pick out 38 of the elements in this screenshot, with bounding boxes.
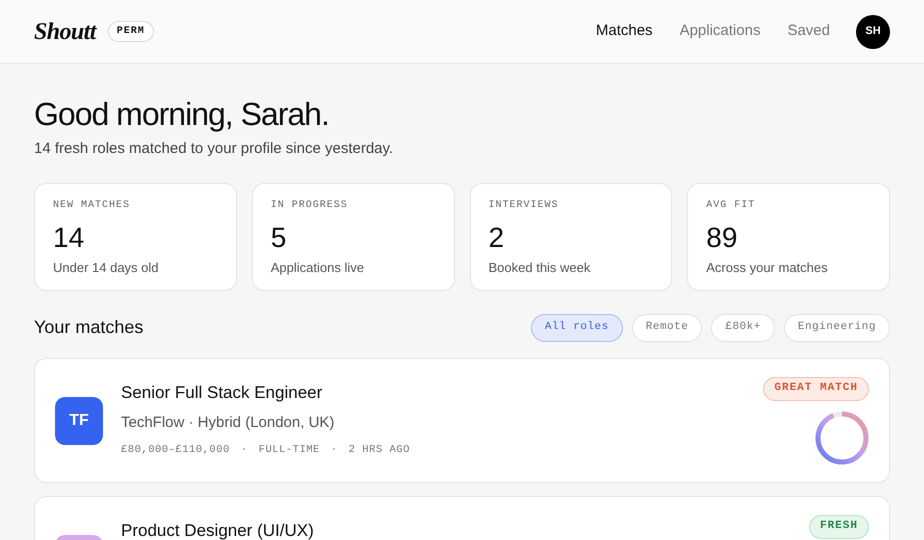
company-logo: TF xyxy=(55,396,103,444)
stat-caption: Under 14 days old xyxy=(53,258,160,277)
job-title: Product Designer (UI/UX) xyxy=(121,520,314,540)
greeting-subtitle: 14 fresh roles matched to your profile since yesterday. xyxy=(34,139,394,159)
stat-caption: Applications live xyxy=(270,258,365,277)
stat-label: AVG FIT xyxy=(706,200,756,212)
filter-chip[interactable]: Engineering xyxy=(784,314,890,342)
job-card[interactable]: TF Senior Full Stack Engineer TechFlow · Hybrid (London, UK) £80,000–£110,000 · FULL-TIME · 2 HRS AGO GREAT MATCH xyxy=(34,358,890,482)
section-title: Your matches xyxy=(34,316,144,339)
nav-link[interactable]: Applications xyxy=(680,20,760,43)
stat-caption: Booked this week xyxy=(488,258,592,276)
stat-value: 14 xyxy=(53,222,84,254)
stat-label: NEW MATCHES xyxy=(53,200,132,212)
nav-link[interactable]: Matches xyxy=(596,20,653,43)
job-card[interactable]: Product Designer (UI/UX) FRESH xyxy=(34,496,890,540)
stat-label: INTERVIEWS xyxy=(488,200,560,212)
separator-dot: · xyxy=(330,442,338,458)
logo[interactable]: Shoutt xyxy=(34,14,96,50)
nav-link[interactable]: Saved xyxy=(787,20,830,43)
filter-chip[interactable]: All roles xyxy=(530,314,623,342)
stat-caption: Across your matches xyxy=(706,258,829,277)
filter-chip[interactable]: Remote xyxy=(632,314,702,342)
job-meta: FULL-TIME xyxy=(258,442,320,458)
job-meta: £80,000–£110,000 xyxy=(121,442,230,458)
stat-value: 5 xyxy=(270,222,286,254)
company-location: TechFlow · Hybrid (London, UK) xyxy=(121,412,334,432)
stat-value: 89 xyxy=(706,222,738,254)
stat-value: 2 xyxy=(488,222,504,254)
greeting-title: Good morning, Sarah. xyxy=(34,95,330,134)
filter-chip[interactable]: £80k+ xyxy=(711,314,775,342)
job-title: Senior Full Stack Engineer xyxy=(121,382,322,402)
user-avatar[interactable]: SH xyxy=(856,14,890,48)
plan-badge: PERM xyxy=(108,21,154,42)
stat-label: IN PROGRESS xyxy=(270,200,349,212)
job-meta: 2 HRS AGO xyxy=(348,442,410,458)
separator-dot: · xyxy=(240,442,248,458)
match-badge: GREAT MATCH xyxy=(763,376,869,400)
match-badge: FRESH xyxy=(808,514,869,538)
